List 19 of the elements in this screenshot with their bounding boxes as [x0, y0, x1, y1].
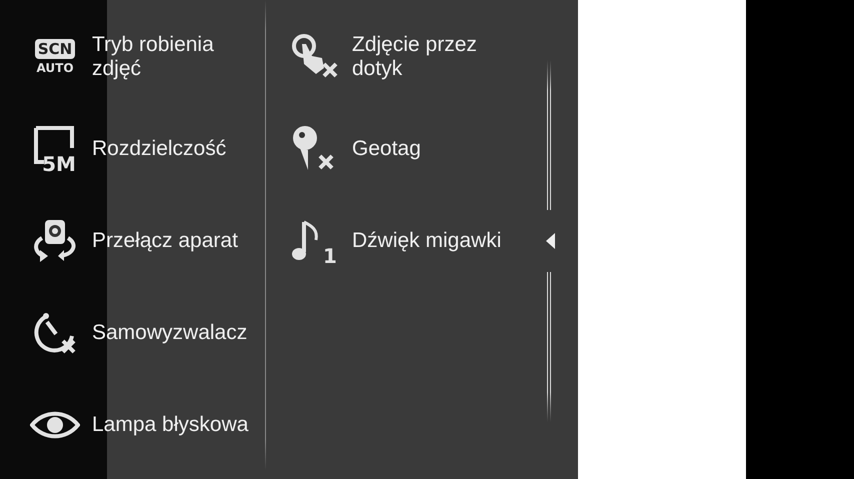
timer-off-icon [34, 313, 76, 354]
location-pin-off-icon [293, 126, 334, 170]
icon-label: AUTO [36, 61, 74, 75]
setting-item[interactable]: Lampa błyskowa [92, 413, 248, 437]
setting-item[interactable]: Zdjęcie przez dotyk [352, 33, 512, 81]
caret-icon[interactable] [546, 233, 555, 249]
setting-item[interactable]: Geotag [352, 137, 421, 161]
scene-mode-badge: SCN [34, 39, 76, 59]
setting-item[interactable]: Samowyzwalacz [92, 321, 248, 345]
eye-icon [30, 412, 80, 438]
setting-item[interactable]: Tryb robienia zdjęć [92, 33, 252, 81]
setting-item[interactable]: Rozdzielczość [92, 137, 226, 161]
music-note-icon [292, 220, 318, 260]
switch-camera-icon [34, 220, 76, 262]
icon-label: 1 [323, 244, 337, 266]
setting-item[interactable]: Dźwięk migawki [352, 229, 502, 253]
touch-off-icon [292, 34, 338, 78]
icon-label: 5M [42, 152, 76, 174]
setting-item[interactable]: Przełącz aparat [92, 229, 238, 253]
